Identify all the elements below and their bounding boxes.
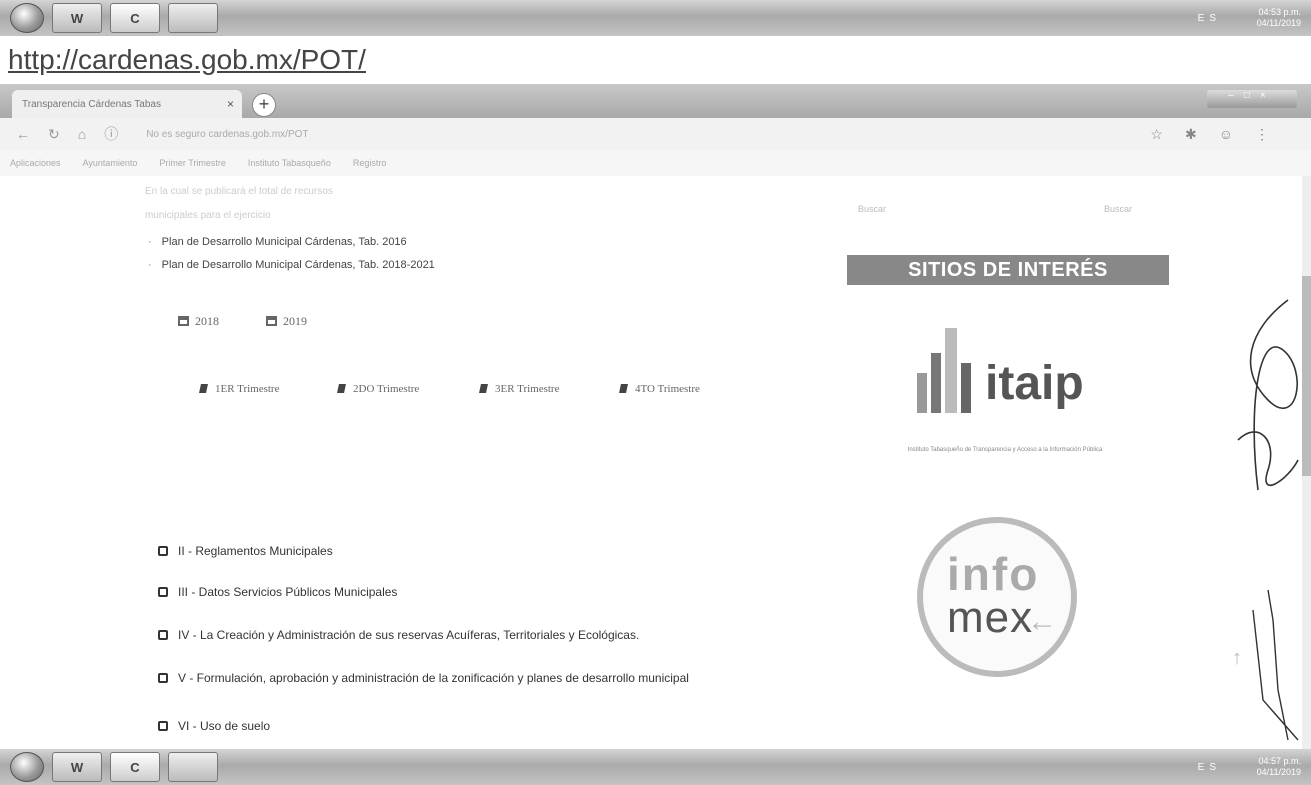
trimestre-link-2[interactable]: 2DO Trimestre [337,383,420,395]
plan-link-2016[interactable]: · Plan de Desarrollo Municipal Cárdenas, … [148,236,407,248]
section-label: VI - Uso de suelo [178,719,271,733]
trimestre-link-4[interactable]: 4TO Trimestre [619,383,700,395]
section-label: IV - La Creación y Administración de sus… [178,628,640,642]
infomex-logo-link[interactable]: info mex ← [917,517,1077,677]
sitios-banner: SITIOS DE INTERÉS [847,255,1169,285]
itaip-subtitle: Instituto Tabasqueño de Transparencia y … [907,447,1103,453]
maximize-icon[interactable]: □ [1244,90,1260,101]
intro-text-line: municipales para el ejercicio [145,210,271,221]
bookmark-item[interactable]: Aplicaciones [10,158,61,168]
itaip-bars-icon [917,328,981,413]
minimize-icon[interactable]: – [1228,90,1244,101]
section-label: III - Datos Servicios Públicos Municipal… [178,585,398,599]
infomex-bottom-text: mex [947,593,1034,642]
section-toggle-icon [158,546,168,556]
info-icon[interactable]: ⓘ [104,126,136,142]
close-window-icon[interactable]: × [1260,90,1276,101]
taskbar-clock[interactable]: 04:53 p.m. 04/11/2019 [1257,7,1301,29]
trimestre-label: 4TO Trimestre [635,383,700,395]
bookmark-item[interactable]: Instituto Tabasqueño [248,158,331,168]
start-button[interactable] [10,3,44,33]
browser-toolbar: ←↻⌂ⓘ No es seguro cardenas.gob.mx/POT ☆✱… [0,118,1311,150]
url-caption: http://cardenas.gob.mx/POT/ [8,44,366,75]
section-servicios[interactable]: III - Datos Servicios Públicos Municipal… [158,585,397,599]
close-icon[interactable]: × [227,97,234,111]
section-zonificacion[interactable]: V - Formulación, aprobación y administra… [158,671,689,685]
plan-label: Plan de Desarrollo Municipal Cárdenas, T… [161,259,435,271]
window-controls[interactable]: –□× [1207,90,1297,108]
bookmarks-bar: Aplicaciones Ayuntamiento Primer Trimest… [0,150,1311,176]
book-icon [337,384,346,393]
itaip-wordmark: itaip [985,357,1084,410]
section-toggle-icon [158,673,168,683]
year-label: 2018 [195,314,219,328]
taskbar-top: W C ES 04:53 p.m. 04/11/2019 [0,0,1311,36]
taskbar-bottom: W C ES 04:57 p.m. 04/11/2019 [0,749,1311,785]
trimestre-link-1[interactable]: 1ER Trimestre [199,383,280,395]
trimestre-label: 3ER Trimestre [495,383,560,395]
search-label-left[interactable]: Buscar [858,204,886,214]
year-label: 2019 [283,314,307,328]
taskbar-app-explorer[interactable] [168,752,218,782]
intro-text-line: En la cual se publicará el total de recu… [145,186,333,197]
clock-date: 04/11/2019 [1256,18,1301,28]
bullet-icon: · [148,259,152,271]
calendar-icon [178,316,189,326]
taskbar-app-word[interactable]: W [52,752,102,782]
trimestre-label: 1ER Trimestre [215,383,280,395]
section-toggle-icon [158,587,168,597]
section-uso-suelo[interactable]: VI - Uso de suelo [158,719,270,733]
nav-buttons: ←↻⌂ⓘ [16,124,136,144]
tray-language[interactable]: ES [1198,13,1221,24]
extension-icon[interactable]: ✱ [1185,126,1219,142]
taskbar-app-explorer[interactable] [168,3,218,33]
address-bar[interactable]: No es seguro cardenas.gob.mx/POT [146,129,308,140]
browser-tab[interactable]: Transparencia Cárdenas Tabas × [12,90,242,118]
plan-label: Plan de Desarrollo Municipal Cárdenas, T… [161,236,407,248]
section-label: V - Formulación, aprobación y administra… [178,671,689,685]
start-button[interactable] [10,752,44,782]
handwritten-signature [1237,299,1299,741]
year-tab-2018[interactable]: 2018 [178,314,219,329]
calendar-icon [266,316,277,326]
clock-time: 04:53 p.m. [1258,7,1301,17]
arrow-left-icon: ← [1027,605,1057,638]
bullet-icon: · [148,236,152,248]
search-label-right[interactable]: Buscar [1104,204,1132,214]
clock-date: 04/11/2019 [1256,767,1301,777]
reload-icon[interactable]: ↻ [48,126,78,142]
browser-tabstrip: Transparencia Cárdenas Tabas × + –□× [0,84,1311,118]
tab-title: Transparencia Cárdenas Tabas [22,98,161,110]
section-toggle-icon [158,630,168,640]
taskbar-app-word[interactable]: W [52,3,102,33]
taskbar-clock[interactable]: 04:57 p.m. 04/11/2019 [1257,756,1301,778]
trimestre-link-3[interactable]: 3ER Trimestre [479,383,560,395]
itaip-logo-link[interactable]: itaip Instituto Tabasqueño de Transparen… [905,318,1105,468]
plan-link-2018-2021[interactable]: · Plan de Desarrollo Municipal Cárdenas, … [148,259,435,271]
star-icon[interactable]: ☆ [1150,126,1185,142]
book-icon [479,384,488,393]
menu-icon[interactable]: ⋮ [1255,126,1291,142]
taskbar-app-chrome[interactable]: C [110,752,160,782]
bookmark-item[interactable]: Ayuntamiento [83,158,138,168]
section-reglamentos[interactable]: II - Reglamentos Municipales [158,544,333,558]
book-icon [199,384,208,393]
bookmark-item[interactable]: Registro [353,158,387,168]
book-icon [619,384,628,393]
clock-time: 04:57 p.m. [1258,756,1301,766]
section-toggle-icon [158,721,168,731]
back-icon[interactable]: ← [16,126,48,142]
year-tab-2019[interactable]: 2019 [266,314,307,329]
home-icon[interactable]: ⌂ [78,126,104,142]
new-tab-button[interactable]: + [252,93,276,117]
tray-language[interactable]: ES [1198,762,1221,773]
account-icon[interactable]: ☺ [1219,126,1255,142]
section-reservas[interactable]: IV - La Creación y Administración de sus… [158,628,639,642]
bookmark-item[interactable]: Primer Trimestre [159,158,226,168]
trimestre-label: 2DO Trimestre [353,383,420,395]
section-label: II - Reglamentos Municipales [178,544,333,558]
toolbar-right-icons: ☆✱☺⋮ [1150,126,1291,143]
taskbar-app-chrome[interactable]: C [110,3,160,33]
